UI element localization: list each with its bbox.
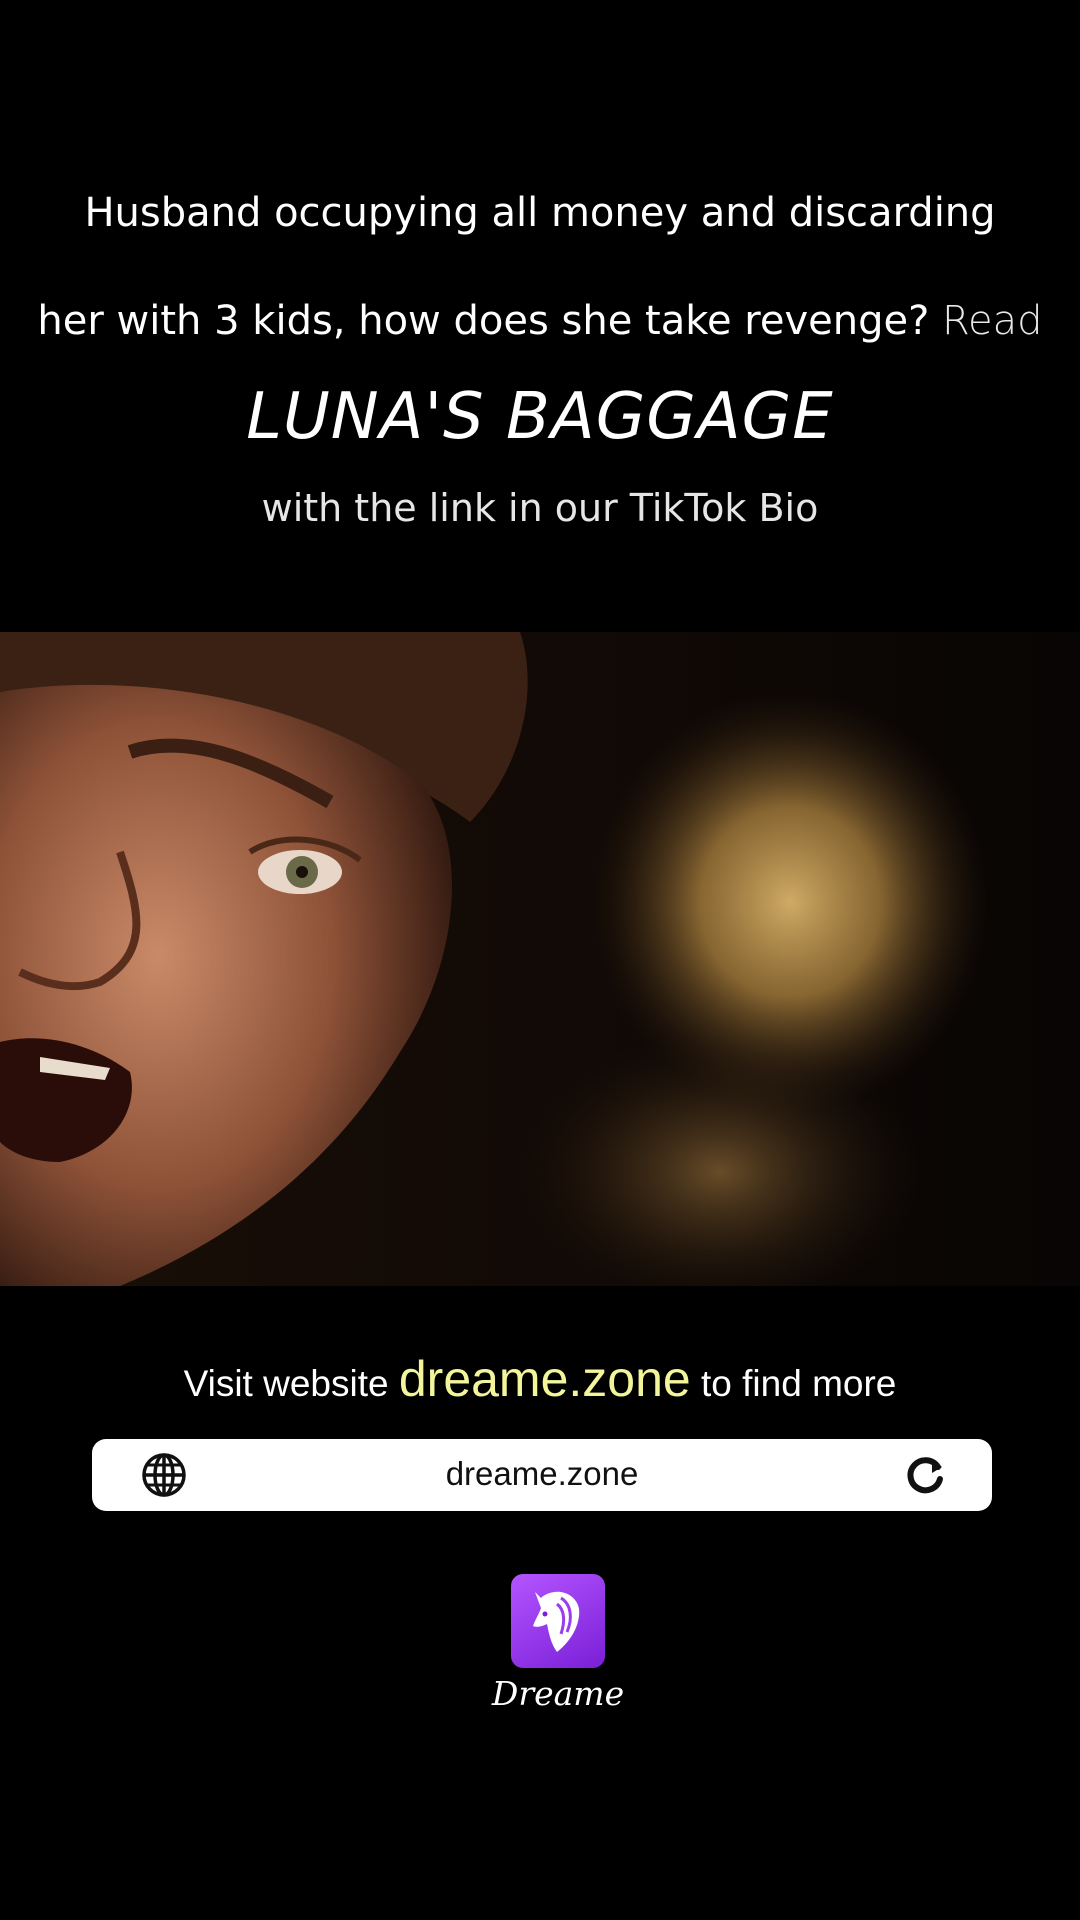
address-bar[interactable]: dreame.zone [92,1439,992,1511]
brand-wordmark: Dreame [491,1674,625,1713]
caption-line-2-text: her with 3 kids, how does she take reven… [37,298,930,344]
video-frame[interactable] [0,632,1080,1286]
caption-subtitle: with the link in our TikTok Bio [261,486,819,530]
visit-suffix: to find more [701,1363,897,1404]
visit-website-banner: Visit website dreame.zone to find more [0,1350,1080,1408]
visit-prefix: Visit website [183,1363,389,1404]
visit-domain-link[interactable]: dreame.zone [399,1351,691,1407]
caption-line-1-text: Husband occupying all money and discardi… [84,190,996,236]
reload-icon[interactable] [904,1453,948,1497]
book-title: LUNA'S BAGGAGE [246,380,834,454]
video-still-image [0,632,1080,1286]
dreame-logo[interactable] [511,1574,605,1668]
unicorn-logo-icon [533,1591,580,1652]
read-label: Read [942,298,1043,344]
address-bar-url[interactable]: dreame.zone [92,1455,992,1493]
caption-line-2: her with 3 kids, how does she take reven… [0,298,1080,344]
caption-line-1: Husband occupying all money and discardi… [0,190,1080,236]
